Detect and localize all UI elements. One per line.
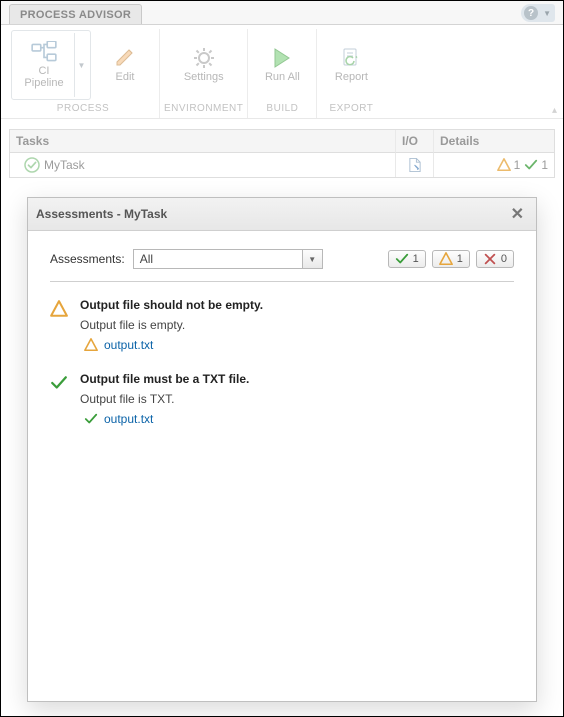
filter-row: Assessments: All ▼ 1 1 0 — [50, 249, 514, 269]
chip-fail-count: 0 — [501, 253, 507, 265]
assessment-file-link[interactable]: output.txt — [104, 412, 153, 426]
settings-label: Settings — [184, 71, 224, 83]
help-icon: ? — [524, 6, 538, 20]
assessment-file-line: output.txt — [84, 412, 249, 426]
col-io: I/O — [396, 130, 434, 153]
group-label-build: BUILD — [266, 103, 298, 114]
chip-fail[interactable]: 0 — [476, 250, 514, 268]
edit-button[interactable]: Edit — [95, 33, 155, 97]
task-table: Tasks I/O Details MyTask 1 1 — [9, 129, 555, 178]
gear-icon — [190, 47, 218, 69]
assessment-item: Output file must be a TXT file. Output f… — [50, 372, 514, 426]
dialog-title: Assessments - MyTask — [36, 207, 167, 221]
cross-icon — [483, 252, 497, 266]
task-details-cell[interactable]: 1 1 — [434, 153, 554, 177]
assessments-dialog: Assessments - MyTask ✕ Assessments: All … — [27, 197, 537, 702]
settings-button[interactable]: Settings — [174, 33, 234, 97]
chevron-down-icon[interactable]: ▼ — [74, 33, 88, 97]
warn-icon — [50, 300, 68, 318]
warn-icon — [439, 252, 453, 266]
pipeline-icon — [30, 41, 58, 63]
col-tasks: Tasks — [10, 130, 396, 153]
chip-warn[interactable]: 1 — [432, 250, 470, 268]
toolstrip: CI Pipeline ▼ Edit PROCESS Settings ENVI… — [1, 25, 563, 119]
group-label-environment: ENVIRONMENT — [164, 103, 243, 114]
table-row[interactable]: MyTask 1 1 — [10, 153, 554, 177]
task-io-cell[interactable] — [396, 153, 434, 177]
toolstrip-group-process: CI Pipeline ▼ Edit PROCESS — [7, 29, 159, 118]
chip-warn-count: 1 — [457, 253, 463, 265]
task-name: MyTask — [44, 158, 85, 172]
ci-pipeline-split-button[interactable]: CI Pipeline ▼ — [11, 30, 91, 100]
close-button[interactable]: ✕ — [507, 204, 528, 224]
report-icon — [337, 47, 365, 69]
assessments-filter-select[interactable]: All ▼ — [133, 249, 323, 269]
assessment-title: Output file must be a TXT file. — [80, 372, 249, 386]
assessment-message: Output file is TXT. — [80, 392, 249, 406]
group-label-export: EXPORT — [329, 103, 373, 114]
assessment-title: Output file should not be empty. — [80, 298, 263, 312]
group-label-process: PROCESS — [57, 103, 109, 114]
assessment-item: Output file should not be empty. Output … — [50, 298, 514, 352]
assessment-status-icon — [50, 372, 68, 426]
warn-icon — [84, 338, 98, 352]
filter-label: Assessments: — [50, 252, 125, 266]
check-icon — [395, 252, 409, 266]
pencil-icon — [111, 47, 139, 69]
toolstrip-group-environment: Settings ENVIRONMENT — [159, 29, 247, 118]
check-circle-icon — [24, 157, 40, 173]
toolstrip-collapse-icon[interactable]: ▴ — [552, 105, 557, 116]
details-warn: 1 — [497, 158, 521, 172]
chevron-down-icon: ▼ — [543, 9, 551, 18]
task-name-cell: MyTask — [10, 153, 396, 177]
status-chipset: 1 1 0 — [388, 250, 514, 268]
tab-process-advisor[interactable]: PROCESS ADVISOR — [9, 4, 142, 24]
warn-icon — [497, 158, 511, 172]
toolstrip-group-build: Run All BUILD — [247, 29, 316, 118]
assessment-message: Output file is empty. — [80, 318, 263, 332]
filter-value: All — [134, 250, 302, 268]
details-pass: 1 — [524, 158, 548, 172]
dialog-body: Assessments: All ▼ 1 1 0 — [28, 231, 536, 464]
io-page-icon — [408, 157, 422, 173]
check-icon — [84, 412, 98, 426]
table-header: Tasks I/O Details — [10, 130, 554, 153]
details-warn-count: 1 — [514, 158, 521, 172]
col-details: Details — [434, 130, 554, 153]
assessment-file-link[interactable]: output.txt — [104, 338, 153, 352]
run-all-label: Run All — [265, 71, 300, 83]
report-label: Report — [335, 71, 368, 83]
chip-pass-count: 1 — [413, 253, 419, 265]
edit-label: Edit — [116, 71, 135, 83]
ci-pipeline-label: CI Pipeline — [24, 65, 63, 89]
play-icon — [268, 47, 296, 69]
check-icon — [524, 158, 538, 172]
divider — [50, 281, 514, 282]
close-icon: ✕ — [511, 206, 524, 223]
report-button[interactable]: Report — [321, 33, 381, 97]
tab-bar: PROCESS ADVISOR ? ▼ — [1, 1, 563, 25]
run-all-button[interactable]: Run All — [252, 33, 312, 97]
details-pass-count: 1 — [541, 158, 548, 172]
chip-pass[interactable]: 1 — [388, 250, 426, 268]
assessment-status-icon — [50, 298, 68, 352]
help-dropdown[interactable]: ? ▼ — [521, 4, 555, 22]
check-icon — [50, 374, 68, 392]
assessment-file-line: output.txt — [84, 338, 263, 352]
tab-label: PROCESS ADVISOR — [20, 9, 131, 21]
chevron-down-icon: ▼ — [302, 250, 322, 268]
dialog-titlebar[interactable]: Assessments - MyTask ✕ — [28, 198, 536, 231]
toolstrip-group-export: Report EXPORT — [316, 29, 385, 118]
